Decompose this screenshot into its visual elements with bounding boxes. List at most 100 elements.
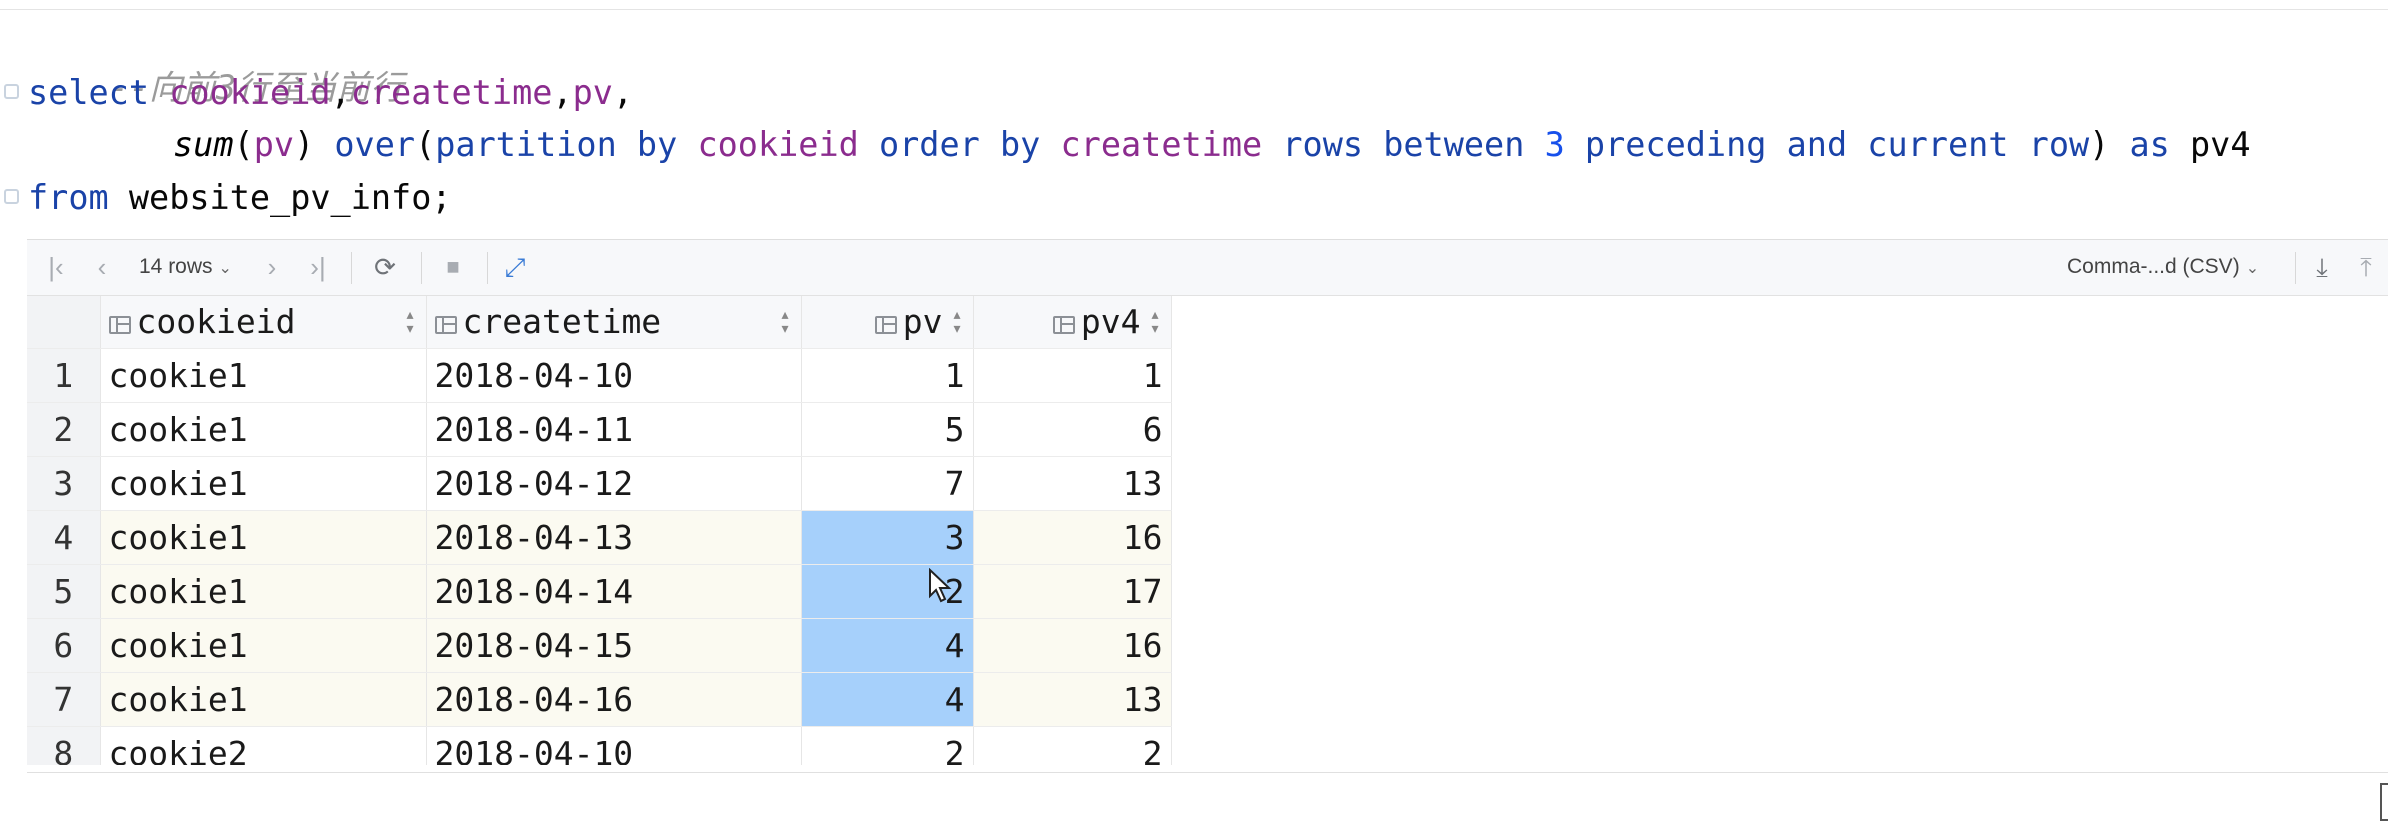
table-row[interactable]: 4 cookie1 2018-04-13 3 16 <box>27 510 1172 565</box>
stop-icon[interactable]: ■ <box>433 250 473 284</box>
cell-createtime[interactable]: 2018-04-11 <box>426 402 802 457</box>
cell-pv4[interactable]: 13 <box>973 456 1172 511</box>
table-row[interactable]: 5 cookie1 2018-04-14 2 17 <box>27 564 1172 619</box>
cell-createtime[interactable]: 2018-04-10 <box>426 726 802 765</box>
cell-pv4[interactable]: 1 <box>973 348 1172 403</box>
sort-icon[interactable]: ▴ ▾ <box>952 306 963 338</box>
next-page-icon[interactable]: › <box>257 250 287 284</box>
code-line-select[interactable]: select cookieid,createtime,pv, <box>28 68 633 118</box>
kw-preceding: preceding <box>1584 125 1767 164</box>
table-row[interactable]: 2 cookie1 2018-04-11 5 6 <box>27 402 1172 457</box>
fn-sum: sum <box>173 125 234 164</box>
cell-pv4[interactable]: 17 <box>973 564 1172 619</box>
results-panel: |‹ ‹ 14 rows ⌄ › ›| ⟳ ■ ⤢ Comma-...d (CSV… <box>27 239 2388 765</box>
results-grid[interactable]: cookieid ▴ ▾ createtime ▴ ▾ pv ▴ ▾ pv4 ▴ ▾ 1 coo… <box>27 296 2388 765</box>
toolbar-separator <box>351 252 352 284</box>
code-line-from[interactable]: from website_pv_info; <box>28 173 452 223</box>
cell-pv-selected[interactable]: 4 <box>801 618 974 673</box>
table-row[interactable]: 6 cookie1 2018-04-15 4 16 <box>27 618 1172 673</box>
cell-pv4[interactable]: 6 <box>973 402 1172 457</box>
prev-page-icon[interactable]: ‹ <box>87 250 117 284</box>
cell-pv4[interactable]: 13 <box>973 672 1172 727</box>
header-row: cookieid ▴ ▾ createtime ▴ ▾ pv ▴ ▾ pv4 ▴ ▾ <box>27 296 1172 349</box>
cell-cookieid[interactable]: cookie2 <box>100 726 427 765</box>
column-label: pv4 <box>1080 302 1141 342</box>
column-icon <box>108 316 131 335</box>
row-number: 1 <box>27 348 101 403</box>
table-row[interactable]: 7 cookie1 2018-04-16 4 13 <box>27 672 1172 727</box>
rows-count-label: 14 rows <box>139 255 213 278</box>
toolbar-separator <box>487 252 488 284</box>
cell-cookieid[interactable]: cookie1 <box>100 402 427 457</box>
upload-icon[interactable]: ⤒ <box>2349 250 2383 284</box>
kw-order-by: order by <box>878 125 1041 164</box>
row-number: 6 <box>27 618 101 673</box>
cell-cookieid[interactable]: cookie1 <box>100 456 427 511</box>
column-header-pv4[interactable]: pv4 ▴ ▾ <box>973 296 1172 349</box>
row-number: 5 <box>27 564 101 619</box>
comma: , <box>330 73 351 112</box>
row-number-header <box>27 296 101 349</box>
num-literal: 3 <box>1544 125 1565 164</box>
gutter-fold-icon[interactable] <box>0 78 22 108</box>
cell-cookieid[interactable]: cookie1 <box>100 564 427 619</box>
cell-pv[interactable]: 5 <box>801 402 974 457</box>
kw-current-row: current row <box>1867 125 2090 164</box>
cell-pv[interactable]: 2 <box>801 726 974 765</box>
kw-rows-between: rows between <box>1282 125 1525 164</box>
cell-cookieid[interactable]: cookie1 <box>100 672 427 727</box>
row-number: 2 <box>27 402 101 457</box>
table-row[interactable]: 8 cookie2 2018-04-10 2 2 <box>27 726 1172 765</box>
cell-cookieid[interactable]: cookie1 <box>100 510 427 565</box>
rows-count-dropdown[interactable]: 14 rows ⌄ <box>139 250 232 284</box>
partition-field: cookieid <box>697 125 859 164</box>
first-page-icon[interactable]: |‹ <box>41 250 71 284</box>
kw-from: from <box>28 178 109 217</box>
download-icon[interactable]: ⤓ <box>2305 250 2339 284</box>
cell-pv[interactable]: 1 <box>801 348 974 403</box>
sort-icon[interactable]: ▴ ▾ <box>780 306 791 338</box>
cell-createtime[interactable]: 2018-04-15 <box>426 618 802 673</box>
arg-pv: pv <box>253 125 295 164</box>
cell-cookieid[interactable]: cookie1 <box>100 348 427 403</box>
cell-pv[interactable]: 7 <box>801 456 974 511</box>
resize-handle[interactable] <box>2380 783 2388 821</box>
cell-createtime[interactable]: 2018-04-14 <box>426 564 802 619</box>
table-name: website_pv_info; <box>128 178 452 217</box>
sort-icon[interactable]: ▴ ▾ <box>405 306 416 338</box>
toolbar-separator <box>2295 252 2296 284</box>
cell-pv4[interactable]: 16 <box>973 510 1172 565</box>
chevron-down-icon: ⌄ <box>2245 260 2260 277</box>
table-row[interactable]: 3 cookie1 2018-04-12 7 13 <box>27 456 1172 511</box>
code-line-window[interactable]: sum(pv) over(partition by cookieid order… <box>173 120 2251 170</box>
column-header-cookieid[interactable]: cookieid ▴ ▾ <box>100 296 427 349</box>
cell-pv4[interactable]: 2 <box>973 726 1172 765</box>
cell-pv-selected[interactable]: 3 <box>801 510 974 565</box>
comma: , <box>552 73 573 112</box>
gutter-fold-icon[interactable] <box>0 183 22 213</box>
panel-divider <box>27 772 2388 773</box>
table-row[interactable]: 1 cookie1 2018-04-10 1 1 <box>27 348 1172 403</box>
cell-pv-selected[interactable]: 4 <box>801 672 974 727</box>
cell-pv4[interactable]: 16 <box>973 618 1172 673</box>
row-number: 7 <box>27 672 101 727</box>
compare-icon[interactable]: ⤢ <box>495 250 535 284</box>
sort-icon[interactable]: ▴ ▾ <box>1150 306 1161 338</box>
cell-createtime[interactable]: 2018-04-10 <box>426 348 802 403</box>
sql-editor[interactable]: --向前3行至当前行 select cookieid,createtime,pv… <box>0 0 2388 232</box>
export-format-dropdown[interactable]: Comma-...d (CSV) ⌄ <box>2067 250 2259 284</box>
column-label: cookieid <box>136 302 296 342</box>
column-header-pv[interactable]: pv ▴ ▾ <box>801 296 974 349</box>
cell-createtime[interactable]: 2018-04-13 <box>426 510 802 565</box>
column-header-createtime[interactable]: createtime ▴ ▾ <box>426 296 802 349</box>
kw-as: as <box>2129 125 2170 164</box>
last-page-icon[interactable]: ›| <box>303 250 333 284</box>
refresh-icon[interactable]: ⟳ <box>365 250 405 284</box>
chevron-down-icon: ⌄ <box>218 260 232 277</box>
cell-createtime[interactable]: 2018-04-16 <box>426 672 802 727</box>
cell-cookieid[interactable]: cookie1 <box>100 618 427 673</box>
paren: ( <box>233 125 254 164</box>
cell-createtime[interactable]: 2018-04-12 <box>426 456 802 511</box>
column-label: pv <box>902 302 943 342</box>
mouse-cursor-icon <box>929 568 952 603</box>
